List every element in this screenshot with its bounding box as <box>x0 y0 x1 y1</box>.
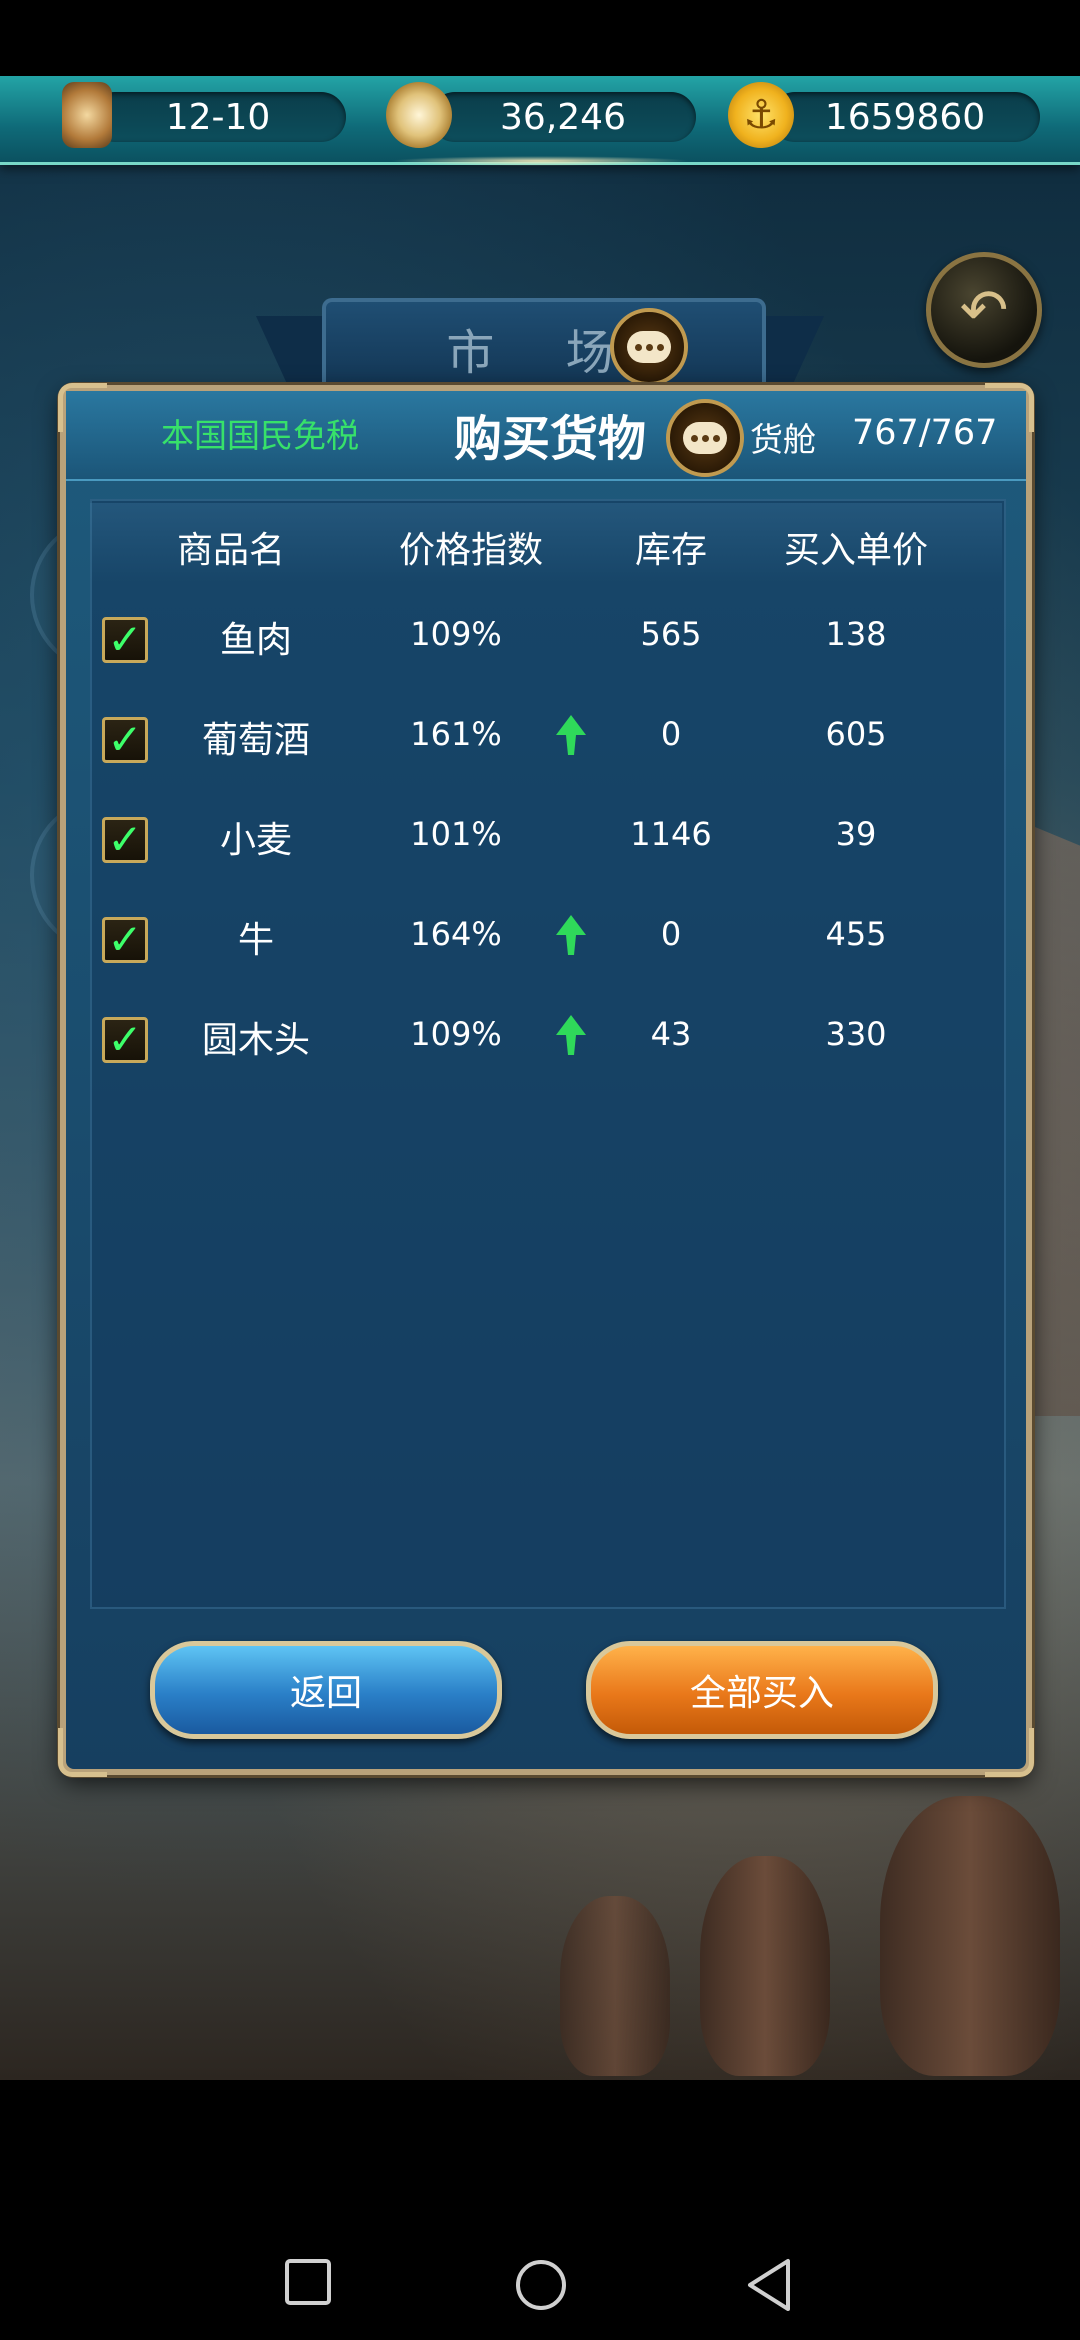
column-header-stock: 库存 <box>634 530 707 571</box>
background-pot <box>560 1896 670 2076</box>
hud-glow <box>390 156 690 166</box>
top-hud: 12-10 36,246 1659860 ⚓ <box>0 76 1080 165</box>
goods-row[interactable]: ✓ 鱼肉 109% 565 138 <box>66 601 1026 681</box>
price-rising-arrow-icon <box>556 1015 586 1055</box>
back-nav-icon[interactable] <box>744 2258 794 2312</box>
cargo-capacity: 767/767 <box>852 413 998 453</box>
goods-checkbox[interactable]: ✓ <box>102 917 148 963</box>
recent-apps-icon[interactable] <box>284 2258 334 2308</box>
goods-row[interactable]: ✓ 葡萄酒 161% 0 605 <box>66 701 1026 781</box>
price-index: 101% <box>410 815 502 853</box>
stock-value: 565 <box>640 615 702 653</box>
goods-checkbox[interactable]: ✓ <box>102 717 148 763</box>
stock-value: 0 <box>660 715 682 753</box>
stock-value: 1146 <box>630 815 712 853</box>
panel-corner-ornament <box>58 383 107 432</box>
goods-row[interactable]: ✓ 小麦 101% 1146 39 <box>66 801 1026 881</box>
goods-row[interactable]: ✓ 牛 164% 0 455 <box>66 901 1026 981</box>
gold-value: 1659860 <box>824 96 986 138</box>
goods-checkbox[interactable]: ✓ <box>102 817 148 863</box>
back-button-label: 返回 <box>289 1673 362 1714</box>
stock-value: 0 <box>660 915 682 953</box>
cargo-label: 货舱 <box>750 420 816 459</box>
column-header-unit-price: 买入单价 <box>783 530 928 571</box>
goods-name: 圆木头 <box>201 1020 310 1061</box>
goods-name: 小麦 <box>219 820 292 861</box>
goods-name: 葡萄酒 <box>201 720 310 761</box>
unit-price: 138 <box>825 615 887 653</box>
price-rising-arrow-icon <box>556 915 586 955</box>
checkmark-icon: ✓ <box>107 915 143 964</box>
column-header-name: 商品名 <box>176 530 285 571</box>
price-index: 109% <box>410 1015 502 1053</box>
price-index: 164% <box>410 915 502 953</box>
unit-price: 455 <box>825 915 887 953</box>
date-value: 12-10 <box>165 96 271 138</box>
goods-row[interactable]: ✓ 圆木头 109% 43 330 <box>66 1001 1026 1081</box>
panel-corner-ornament <box>58 1728 107 1777</box>
column-header-price-index: 价格指数 <box>398 530 543 571</box>
compass-icon <box>386 82 452 148</box>
compass-value: 36,246 <box>500 96 626 138</box>
back-button[interactable]: 返回 <box>150 1641 502 1739</box>
background-pot <box>880 1796 1060 2076</box>
tax-exempt-note: 本国国民免税 <box>161 416 359 455</box>
goods-checkbox[interactable]: ✓ <box>102 617 148 663</box>
goods-name: 鱼肉 <box>219 620 292 661</box>
chat-icon[interactable] <box>666 399 744 477</box>
return-arrow-icon: ↶ <box>959 276 1009 344</box>
buy-all-button[interactable]: 全部买入 <box>586 1641 938 1739</box>
date-display: 12-10 <box>90 92 346 142</box>
market-tab[interactable]: 市 场 <box>322 298 766 394</box>
goods-checkbox[interactable]: ✓ <box>102 1017 148 1063</box>
price-index: 161% <box>410 715 502 753</box>
price-index: 109% <box>410 615 502 653</box>
market-chat-icon[interactable] <box>610 308 688 386</box>
hourglass-icon <box>62 82 112 148</box>
checkmark-icon: ✓ <box>107 1015 143 1064</box>
stock-value: 43 <box>650 1015 692 1053</box>
price-rising-arrow-icon <box>556 715 586 755</box>
gold-display: 1659860 <box>770 92 1040 142</box>
buy-all-button-label: 全部买入 <box>689 1673 834 1714</box>
unit-price: 330 <box>825 1015 887 1053</box>
goods-name: 牛 <box>237 920 274 961</box>
unit-price: 39 <box>835 815 877 853</box>
home-icon[interactable] <box>514 2258 568 2312</box>
compass-display: 36,246 <box>430 92 696 142</box>
checkmark-icon: ✓ <box>107 715 143 764</box>
checkmark-icon: ✓ <box>107 615 143 664</box>
checkmark-icon: ✓ <box>107 815 143 864</box>
android-navigation-bar <box>0 2080 1080 2340</box>
back-arrow-button[interactable]: ↶ <box>926 252 1042 368</box>
panel-title: 购买货物 <box>454 411 647 467</box>
anchor-coin-icon: ⚓ <box>728 82 794 148</box>
status-bar <box>0 0 1080 76</box>
buy-goods-panel: 本国国民免税 购买货物 货舱 767/767 商品名 价格指数 库存 买入单价 … <box>58 383 1034 1777</box>
background-pot <box>700 1856 830 2076</box>
panel-corner-ornament <box>985 1728 1034 1777</box>
unit-price: 605 <box>825 715 887 753</box>
